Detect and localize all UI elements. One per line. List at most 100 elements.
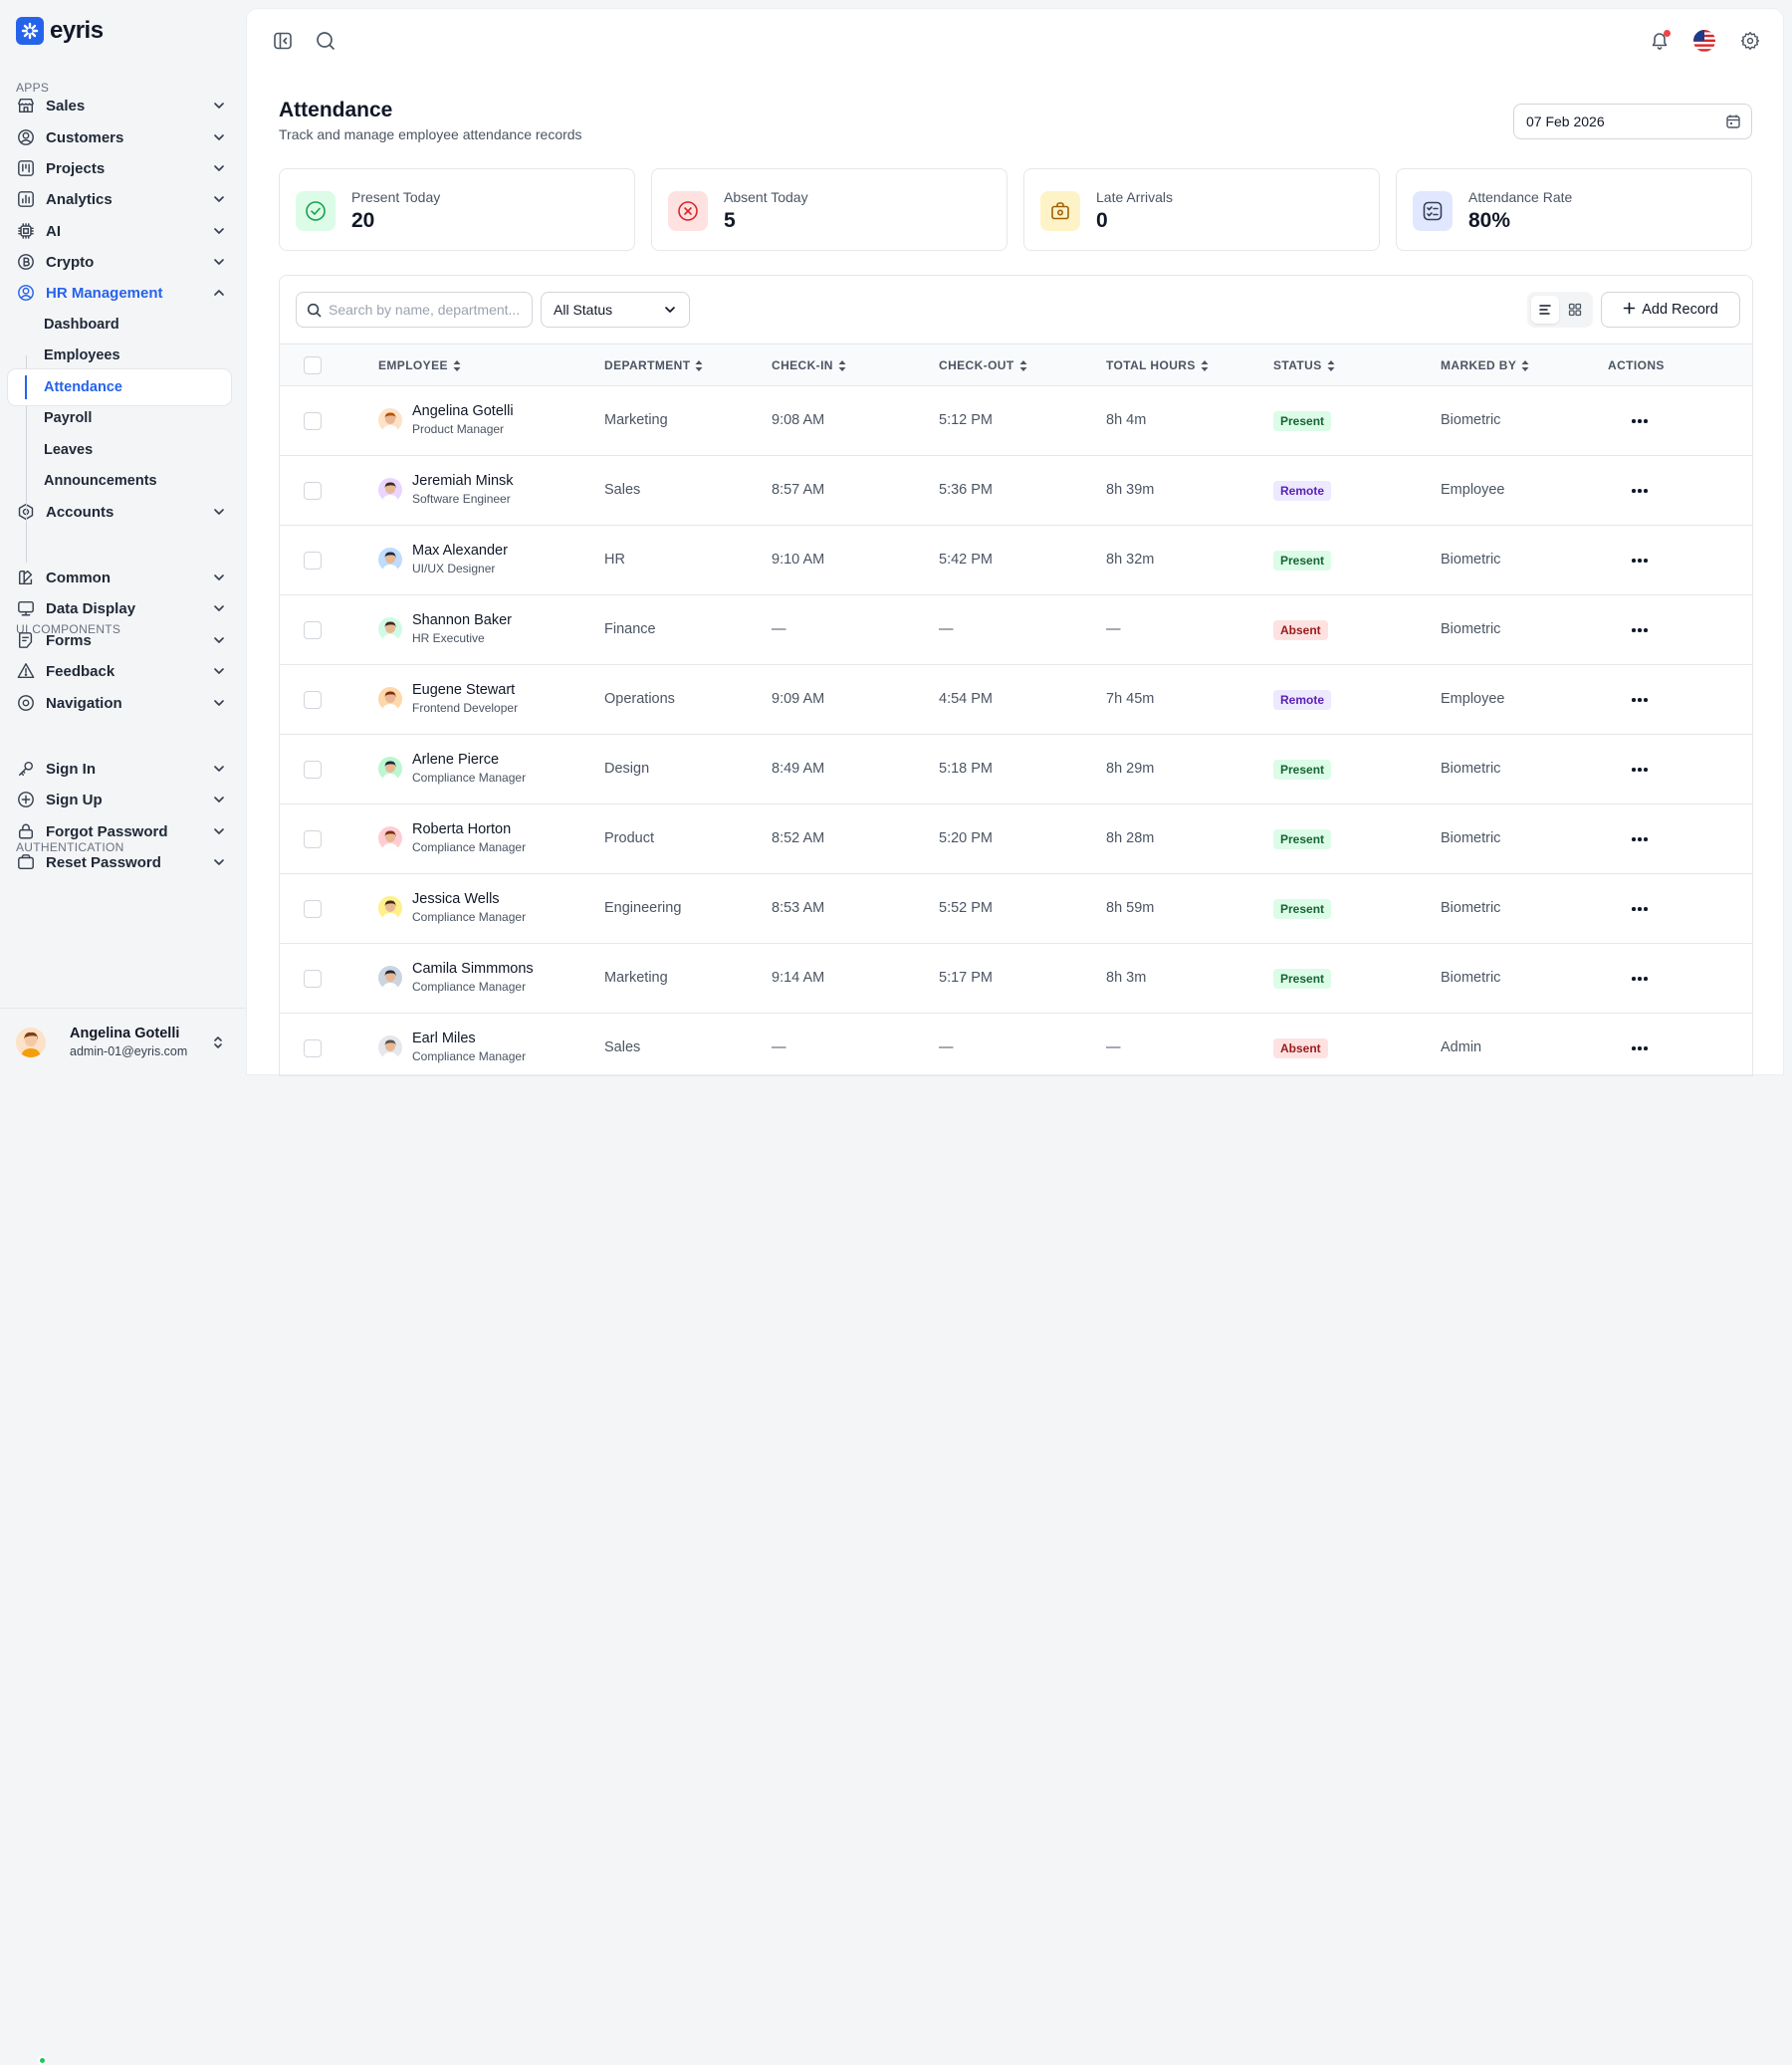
row-checkbox[interactable]: [304, 830, 322, 848]
sidebar-item-reset-password[interactable]: Reset Password: [8, 846, 237, 878]
chevron-down-icon[interactable]: [211, 570, 227, 585]
select-all-checkbox[interactable]: [304, 356, 322, 374]
chevrons-up-down-icon[interactable]: [212, 1034, 224, 1055]
settings-gear-icon[interactable]: [1738, 29, 1762, 53]
chevron-down-icon[interactable]: [211, 600, 227, 616]
more-actions-icon[interactable]: [1628, 1038, 1652, 1058]
sidebar-item-sign-in[interactable]: Sign In: [8, 753, 237, 785]
row-checkbox[interactable]: [304, 900, 322, 918]
table-row[interactable]: Shannon Baker HR Executive Finance — — — Absen…: [280, 595, 1752, 665]
row-checkbox[interactable]: [304, 1039, 322, 1057]
sidebar-item-navigation[interactable]: Navigation: [8, 687, 237, 719]
chevron-up-icon[interactable]: [211, 285, 227, 301]
app-name: eyris: [50, 17, 104, 44]
search-field[interactable]: [296, 292, 533, 328]
chevron-down-icon[interactable]: [211, 663, 227, 679]
more-actions-icon[interactable]: [1628, 760, 1652, 780]
sort-icon[interactable]: [838, 359, 846, 371]
column-header-check-out[interactable]: CHECK-OUT: [939, 358, 1027, 372]
sidebar-item-hr-management[interactable]: HR Management: [8, 277, 237, 309]
chevron-down-icon[interactable]: [211, 632, 227, 648]
sort-icon[interactable]: [1019, 359, 1027, 371]
chevron-down-icon[interactable]: [211, 695, 227, 711]
table-row[interactable]: Max Alexander UI/UX Designer HR 9:10 AM 5:42…: [280, 526, 1752, 595]
row-checkbox[interactable]: [304, 412, 322, 430]
table-row[interactable]: Earl Miles Compliance Manager Sales — — — Abse…: [280, 1014, 1752, 1075]
column-header-status[interactable]: STATUS: [1273, 358, 1335, 372]
table-row[interactable]: Jessica Wells Compliance Manager Engineeri…: [280, 874, 1752, 944]
more-actions-icon[interactable]: [1628, 620, 1652, 640]
sidebar-subitem-announcements[interactable]: Announcements: [8, 463, 231, 499]
column-header-check-in[interactable]: CHECK-IN: [772, 358, 846, 372]
chevron-down-icon[interactable]: [211, 223, 227, 239]
chevron-down-icon[interactable]: [211, 504, 227, 520]
us-flag-icon[interactable]: [1692, 29, 1716, 53]
chevron-down-icon[interactable]: [211, 98, 227, 114]
stat-label: Late Arrivals: [1096, 189, 1174, 205]
chevron-down-icon[interactable]: [211, 854, 227, 870]
sort-icon[interactable]: [695, 359, 703, 371]
sidebar-item-label: Sales: [46, 97, 86, 115]
table-row[interactable]: Angelina Gotelli Product Manager Marketing…: [280, 386, 1752, 456]
sidebar-subitem-employees[interactable]: Employees: [8, 338, 231, 373]
more-actions-icon[interactable]: [1628, 411, 1652, 431]
row-checkbox[interactable]: [304, 761, 322, 779]
sidebar-item-customers[interactable]: Customers: [8, 121, 237, 153]
more-actions-icon[interactable]: [1628, 690, 1652, 710]
chevron-down-icon[interactable]: [211, 254, 227, 270]
row-checkbox[interactable]: [304, 482, 322, 500]
grid-view-icon[interactable]: [1561, 296, 1589, 324]
add-record-button[interactable]: Add Record: [1601, 292, 1740, 328]
more-actions-icon[interactable]: [1628, 829, 1652, 849]
sidebar-item-accounts[interactable]: Accounts: [8, 496, 237, 528]
table-row[interactable]: Eugene Stewart Frontend Developer Operatio…: [280, 665, 1752, 735]
notification-bell-icon[interactable]: [1648, 29, 1672, 53]
sidebar-item-crypto[interactable]: Crypto: [8, 246, 237, 278]
sidebar-item-common[interactable]: Common: [8, 562, 237, 593]
chevron-down-icon[interactable]: [211, 191, 227, 207]
sidebar-item-ai[interactable]: AI: [8, 215, 237, 247]
sidebar-item-forms[interactable]: Forms: [8, 624, 237, 656]
status-filter-select[interactable]: All Status: [541, 292, 690, 328]
logo[interactable]: eyris: [16, 17, 104, 45]
chevron-down-icon[interactable]: [211, 129, 227, 145]
table-row[interactable]: Camila Simmmons Compliance Manager Marketi…: [280, 944, 1752, 1014]
more-actions-icon[interactable]: [1628, 481, 1652, 501]
sidebar-item-sales[interactable]: Sales: [8, 90, 237, 121]
table-row[interactable]: Arlene Pierce Compliance Manager Design 8:4…: [280, 735, 1752, 804]
table-row[interactable]: Roberta Horton Compliance Manager Product 8…: [280, 804, 1752, 874]
sort-icon[interactable]: [1521, 359, 1529, 371]
sidebar-toggle-icon[interactable]: [271, 29, 295, 53]
column-header-marked-by[interactable]: MARKED BY: [1441, 358, 1529, 372]
sidebar-item-data-display[interactable]: Data Display: [8, 592, 237, 624]
sidebar-item-analytics[interactable]: Analytics: [8, 183, 237, 215]
date-picker[interactable]: 07 Feb 2026: [1513, 104, 1752, 139]
search-icon[interactable]: [314, 29, 337, 53]
sort-icon[interactable]: [453, 359, 461, 371]
row-checkbox[interactable]: [304, 691, 322, 709]
more-actions-icon[interactable]: [1628, 551, 1652, 571]
chevron-down-icon[interactable]: [211, 792, 227, 807]
user-profile-card[interactable]: Angelina Gotelli admin-01@eyris.com: [0, 1008, 246, 2065]
row-checkbox[interactable]: [304, 552, 322, 570]
sort-icon[interactable]: [1201, 359, 1209, 371]
column-header-department[interactable]: DEPARTMENT: [604, 358, 703, 372]
row-checkbox[interactable]: [304, 621, 322, 639]
column-header-total-hours[interactable]: TOTAL HOURS: [1106, 358, 1209, 372]
column-header-employee[interactable]: EMPLOYEE: [378, 358, 461, 372]
row-checkbox[interactable]: [304, 970, 322, 988]
chevron-down-icon[interactable]: [211, 761, 227, 777]
search-input[interactable]: [329, 302, 523, 318]
sidebar-item-forgot-password[interactable]: Forgot Password: [8, 815, 237, 847]
chevron-down-icon[interactable]: [211, 160, 227, 176]
chevron-down-icon[interactable]: [211, 823, 227, 839]
sidebar-item-sign-up[interactable]: Sign Up: [8, 784, 237, 815]
list-view-icon[interactable]: [1531, 296, 1559, 324]
sort-icon[interactable]: [1327, 359, 1335, 371]
table-row[interactable]: Jeremiah Minsk Software Engineer Sales 8:57…: [280, 456, 1752, 526]
sidebar-item-projects[interactable]: Projects: [8, 152, 237, 184]
sidebar-item-feedback[interactable]: Feedback: [8, 655, 237, 687]
sidebar-subitem-payroll[interactable]: Payroll: [8, 400, 231, 436]
more-actions-icon[interactable]: [1628, 969, 1652, 989]
more-actions-icon[interactable]: [1628, 899, 1652, 919]
